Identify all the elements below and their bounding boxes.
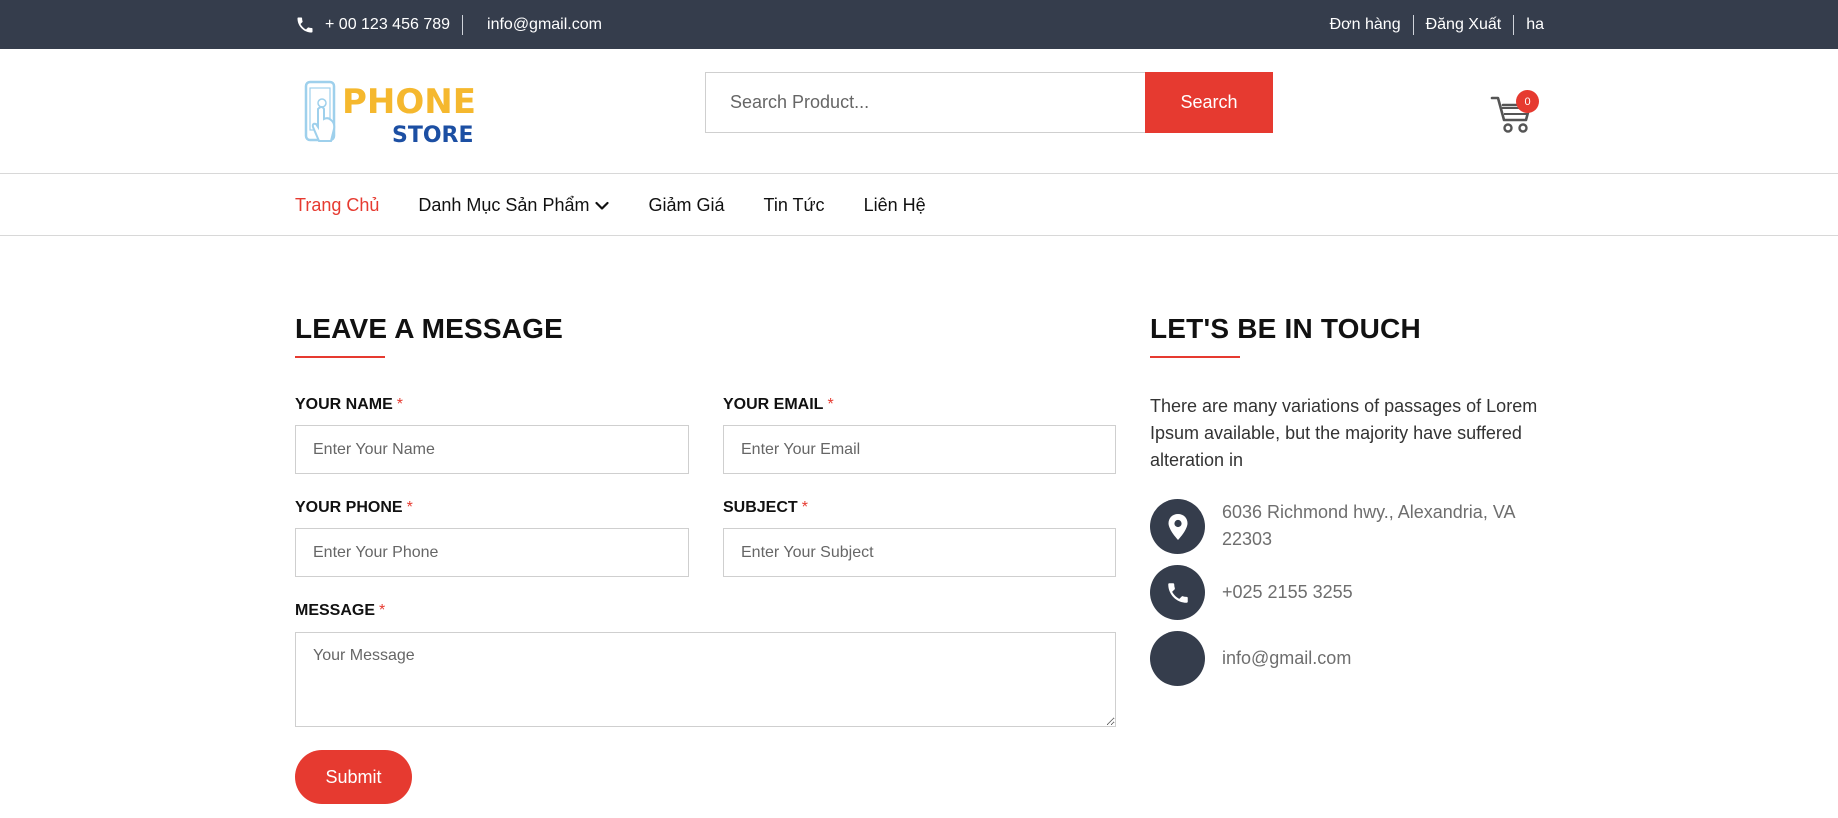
- name-label: YOUR NAME *: [295, 396, 404, 413]
- top-bar-contact: + 00 123 456 789 info@gmail.com: [295, 0, 602, 49]
- email-label: YOUR EMAIL *: [723, 396, 834, 413]
- search-bar: Search: [705, 72, 1273, 133]
- search-button[interactable]: Search: [1145, 72, 1273, 133]
- nav-item-news[interactable]: Tin Tức: [764, 195, 825, 216]
- nav-item-sale[interactable]: Giảm Giá: [648, 195, 724, 216]
- subject-label: SUBJECT *: [723, 499, 808, 516]
- nav-item-label: Tin Tức: [763, 195, 825, 215]
- nav-item-label: Trang Chủ: [295, 195, 380, 215]
- message-label: MESSAGE *: [295, 602, 386, 619]
- top-bar-phone: + 00 123 456 789: [325, 15, 451, 33]
- name-field[interactable]: [295, 425, 689, 474]
- email-row: info@gmail.com: [1150, 631, 1552, 686]
- divider: [462, 14, 464, 35]
- nav-item-label: Liên Hệ: [863, 195, 926, 215]
- divider: [1412, 14, 1414, 35]
- contact-phone: +025 2155 3255: [1222, 582, 1353, 602]
- phone-label: YOUR PHONE *: [295, 499, 413, 516]
- main-nav: Trang Chủ Danh Mục Sản Phẩm Giảm Giá Tin…: [0, 175, 1838, 236]
- site-header: PHONE STORE Search 0: [0, 49, 1838, 174]
- message-textarea[interactable]: [295, 632, 1116, 727]
- nav-item-categories[interactable]: Danh Mục Sản Phẩm: [418, 195, 610, 216]
- map-pin-icon: [1150, 499, 1205, 554]
- phone-row: +025 2155 3255: [1150, 565, 1552, 620]
- nav-item-label: Danh Mục Sản Phẩm: [418, 195, 590, 215]
- search-input[interactable]: [705, 72, 1145, 133]
- subject-field[interactable]: [723, 528, 1116, 577]
- chevron-down-icon: [595, 201, 610, 211]
- orders-link[interactable]: Đơn hàng: [1330, 16, 1401, 34]
- submit-button[interactable]: Submit: [295, 750, 412, 804]
- phone-icon: [295, 15, 315, 35]
- form-title: LEAVE A MESSAGE: [295, 313, 564, 344]
- contact-intro: There are many variations of passages of…: [1150, 396, 1538, 470]
- top-bar-account: Đơn hàng Đăng Xuất ha: [1330, 0, 1544, 49]
- cart-count-badge: 0: [1516, 90, 1539, 113]
- logo-text-phone: PHONE: [342, 82, 476, 122]
- phone-field[interactable]: [295, 528, 689, 577]
- logout-link[interactable]: Đăng Xuất: [1426, 16, 1502, 34]
- logo-text-store: STORE: [392, 123, 474, 147]
- nav-item-label: Giảm Giá: [648, 195, 725, 215]
- title-underline: [1150, 356, 1240, 358]
- nav-item-home[interactable]: Trang Chủ: [295, 195, 379, 216]
- address-row: 6036 Richmond hwy., Alexandria, VA 22303: [1150, 499, 1552, 554]
- top-bar: + 00 123 456 789 info@gmail.com Đơn hàng…: [0, 0, 1838, 49]
- phone-icon: [1150, 565, 1205, 620]
- email-field[interactable]: [723, 425, 1116, 474]
- contact-address: 6036 Richmond hwy., Alexandria, VA 22303: [1222, 502, 1515, 549]
- contact-title: LET'S BE IN TOUCH: [1150, 313, 1421, 344]
- user-link[interactable]: ha: [1526, 16, 1544, 34]
- title-underline: [295, 356, 385, 358]
- phone-store-logo[interactable]: PHONE STORE: [304, 79, 480, 148]
- nav-item-contact[interactable]: Liên Hệ: [864, 195, 926, 216]
- divider: [1513, 14, 1515, 35]
- envelope-icon: [1150, 631, 1205, 686]
- top-bar-email: info@gmail.com: [487, 15, 602, 33]
- contact-email: info@gmail.com: [1222, 648, 1352, 668]
